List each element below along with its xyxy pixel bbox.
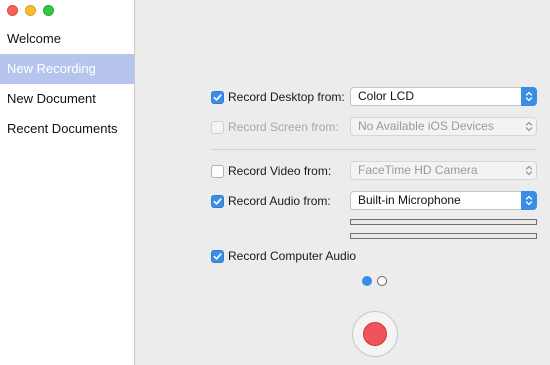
record-screen-row: Record Screen from: <box>211 116 339 138</box>
record-audio-checkbox[interactable] <box>211 194 224 208</box>
record-icon <box>363 322 387 346</box>
chevron-updown-icon <box>521 87 537 106</box>
sidebar-item-recent-documents[interactable]: Recent Documents <box>0 114 134 144</box>
record-screen-label: Record Screen from: <box>228 120 339 134</box>
record-desktop-row: Record Desktop from: <box>211 86 345 108</box>
record-video-label: Record Video from: <box>228 164 332 178</box>
audio-level-meter-left <box>350 219 537 225</box>
page-indicator <box>362 276 387 286</box>
record-button[interactable] <box>352 311 398 357</box>
chevron-updown-icon <box>521 191 537 210</box>
chevron-updown-icon <box>521 117 537 136</box>
checkmark-icon <box>213 252 222 260</box>
record-screen-value: No Available iOS Devices <box>358 119 494 133</box>
sidebar-item-new-document[interactable]: New Document <box>0 84 134 114</box>
record-video-select[interactable]: FaceTime HD Camera <box>350 161 537 180</box>
sidebar-item-new-recording[interactable]: New Recording <box>0 54 134 84</box>
record-desktop-label: Record Desktop from: <box>228 90 345 104</box>
zoom-button[interactable] <box>43 5 54 16</box>
section-divider <box>211 149 536 150</box>
record-screen-select[interactable]: No Available iOS Devices <box>350 117 537 136</box>
page-dot-1[interactable] <box>362 276 372 286</box>
record-video-checkbox[interactable] <box>211 164 224 178</box>
recording-settings-panel: Record Desktop from: Color LCD Record Sc… <box>136 0 550 365</box>
record-video-row: Record Video from: <box>211 160 331 182</box>
record-desktop-select[interactable]: Color LCD <box>350 87 537 106</box>
record-audio-select[interactable]: Built-in Microphone <box>350 191 537 210</box>
checkmark-icon <box>213 197 222 205</box>
checkmark-icon <box>213 93 222 101</box>
chevron-updown-icon <box>521 161 537 180</box>
record-audio-value: Built-in Microphone <box>358 193 461 207</box>
record-desktop-value: Color LCD <box>358 89 415 103</box>
window-controls <box>7 5 54 16</box>
minimize-button[interactable] <box>25 5 36 16</box>
page-dot-2[interactable] <box>377 276 387 286</box>
record-audio-row: Record Audio from: <box>211 190 331 212</box>
sidebar: Welcome New Recording New Document Recen… <box>0 0 135 365</box>
close-button[interactable] <box>7 5 18 16</box>
audio-level-meter-right <box>350 233 537 239</box>
record-video-value: FaceTime HD Camera <box>358 163 478 177</box>
record-desktop-checkbox[interactable] <box>211 90 224 104</box>
record-audio-label: Record Audio from: <box>228 194 331 208</box>
record-computer-audio-checkbox[interactable] <box>211 249 224 263</box>
record-screen-checkbox[interactable] <box>211 120 224 134</box>
record-computer-audio-label: Record Computer Audio <box>228 249 357 263</box>
record-computer-audio-row: Record Computer Audio <box>211 245 356 267</box>
sidebar-item-welcome[interactable]: Welcome <box>0 24 134 54</box>
